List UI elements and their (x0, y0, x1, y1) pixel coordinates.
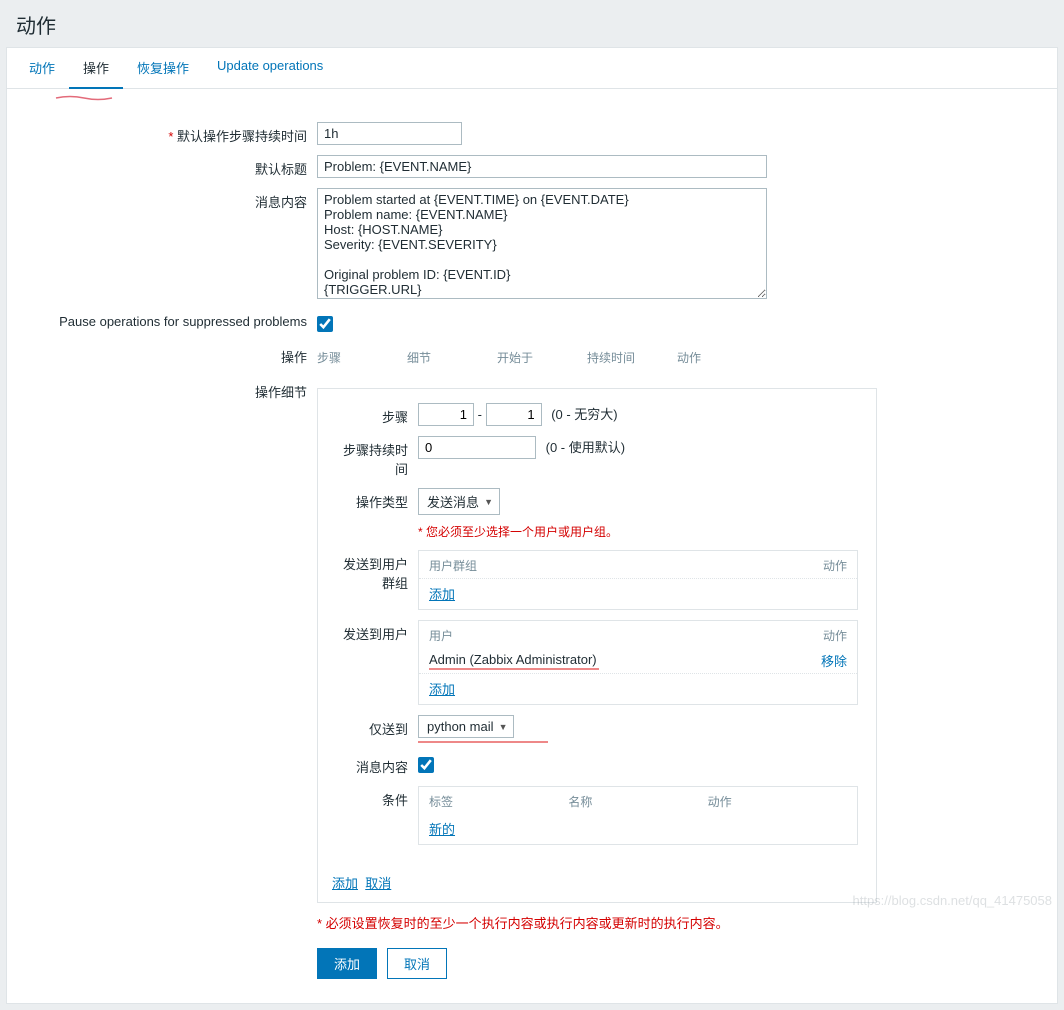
annotation-underline (418, 741, 548, 743)
users-col-name: 用户 (429, 627, 787, 644)
label-default-step-duration: * 默认操作步骤持续时间 (27, 122, 317, 145)
detail-label-op-type: 操作类型 (332, 488, 418, 511)
tab-operations[interactable]: 操作 (69, 48, 123, 89)
detail-label-send-groups: 发送到用户群组 (332, 550, 418, 592)
ops-col-action: 动作 (677, 349, 767, 366)
ops-col-step: 步骤 (317, 349, 407, 366)
cond-new-link[interactable]: 新的 (429, 822, 455, 837)
label-pause-suppressed: Pause operations for suppressed problems (27, 312, 317, 329)
detail-label-conditions: 条件 (332, 786, 418, 809)
tab-update[interactable]: Update operations (203, 48, 337, 88)
label-message: 消息内容 (27, 188, 317, 211)
message-textarea[interactable]: Problem started at {EVENT.TIME} on {EVEN… (317, 188, 767, 299)
user-remove-link[interactable]: 移除 (821, 654, 847, 669)
op-type-select[interactable]: 发送消息 (418, 488, 500, 515)
step-from-input[interactable] (418, 403, 474, 426)
default-subject-input[interactable] (317, 155, 767, 178)
annotation-squiggle (55, 95, 113, 101)
message-content-checkbox[interactable] (418, 757, 434, 773)
tab-recovery[interactable]: 恢复操作 (123, 48, 203, 88)
detail-label-only-send: 仅送到 (332, 715, 418, 738)
add-button[interactable]: 添加 (317, 948, 377, 979)
label-operations: 操作 (27, 345, 317, 366)
detail-label-step-duration: 步骤持续时间 (332, 436, 418, 478)
user-groups-table: 用户群组 动作 添加 (418, 550, 858, 610)
detail-cancel-link[interactable]: 取消 (365, 876, 391, 891)
detail-label-step: 步骤 (332, 403, 418, 426)
cond-col-action: 动作 (708, 793, 847, 810)
users-col-action: 动作 (787, 627, 847, 644)
label-default-subject: 默认标题 (27, 155, 317, 178)
bottom-error: 必须设置恢复时的至少一个执行内容或执行内容或更新时的执行内容。 (326, 916, 729, 931)
step-to-input[interactable] (486, 403, 542, 426)
ops-col-start: 开始于 (497, 349, 587, 366)
groups-col-name: 用户群组 (429, 557, 787, 574)
step-duration-input[interactable] (418, 436, 536, 459)
only-send-to-select[interactable]: python mail (418, 715, 514, 738)
users-table: 用户 动作 Admin (Zabbix Administrator) (418, 620, 858, 705)
user-row-name: Admin (Zabbix Administrator) (429, 652, 787, 670)
operations-table: 步骤 细节 开始于 持续时间 动作 (317, 345, 767, 370)
cond-col-name: 名称 (568, 793, 707, 810)
cancel-button[interactable]: 取消 (387, 948, 447, 979)
label-operation-detail: 操作细节 (27, 380, 317, 401)
step-duration-hint: (0 - 使用默认) (540, 440, 625, 455)
annotation-underline (429, 668, 599, 670)
operation-detail-box: 步骤 - (0 - 无穷大) 步骤持续时间 (317, 388, 877, 903)
tab-action[interactable]: 动作 (15, 48, 69, 88)
cond-col-label: 标签 (429, 793, 568, 810)
groups-add-link[interactable]: 添加 (429, 587, 455, 602)
step-infinity-hint: (0 - 无穷大) (545, 407, 617, 422)
detail-label-msg-content: 消息内容 (332, 753, 418, 776)
err-need-user: 您必须至少选择一个用户或用户组。 (426, 525, 618, 539)
detail-add-link[interactable]: 添加 (332, 876, 358, 891)
default-step-duration-input[interactable] (317, 122, 462, 145)
tabs: 动作 操作 恢复操作 Update operations (7, 48, 1057, 89)
page-title: 动作 (0, 0, 1064, 47)
ops-col-detail: 细节 (407, 349, 497, 366)
groups-col-action: 动作 (787, 557, 847, 574)
ops-col-duration: 持续时间 (587, 349, 677, 366)
conditions-table: 标签 名称 动作 新的 (418, 786, 858, 845)
users-add-link[interactable]: 添加 (429, 682, 455, 697)
pause-suppressed-checkbox[interactable] (317, 316, 333, 332)
detail-label-send-users: 发送到用户 (332, 620, 418, 643)
